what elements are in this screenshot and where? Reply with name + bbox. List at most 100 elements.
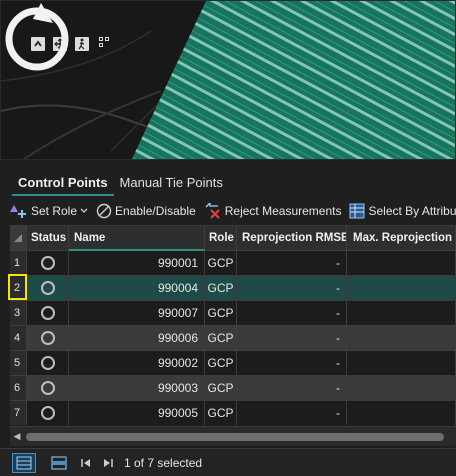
tab-control-points[interactable]: Control Points bbox=[12, 175, 114, 196]
horizontal-scrollbar[interactable]: ◀ bbox=[10, 426, 456, 446]
status-cell[interactable] bbox=[27, 376, 69, 401]
max-error-cell[interactable] bbox=[347, 276, 456, 301]
status-cell[interactable] bbox=[27, 301, 69, 326]
name-cell[interactable]: 990002 bbox=[69, 351, 205, 376]
status-circle-icon bbox=[40, 256, 55, 270]
name-cell[interactable]: 990004 bbox=[69, 276, 205, 301]
walk-mode-button[interactable] bbox=[75, 37, 89, 51]
name-cell[interactable]: 990001 bbox=[69, 251, 205, 276]
rmse-cell[interactable]: - bbox=[237, 301, 347, 326]
scroll-left-icon[interactable]: ◀ bbox=[10, 431, 24, 442]
status-circle-icon bbox=[40, 281, 55, 295]
show-selected-records-button[interactable] bbox=[50, 454, 68, 472]
reject-measurements-label: Reject Measurements bbox=[224, 204, 342, 218]
column-header-role[interactable]: Role bbox=[205, 226, 237, 251]
row-number[interactable]: 3 bbox=[10, 301, 27, 326]
max-error-cell[interactable] bbox=[347, 401, 456, 425]
rmse-cell[interactable]: - bbox=[237, 351, 347, 376]
name-cell[interactable]: 990005 bbox=[69, 401, 205, 425]
enable-disable-button[interactable]: Enable/Disable bbox=[96, 203, 196, 219]
role-cell[interactable]: GCP bbox=[205, 276, 237, 301]
name-cell[interactable]: 990007 bbox=[69, 301, 205, 326]
row-2-highlight-box bbox=[8, 274, 27, 300]
column-header-name[interactable]: Name bbox=[69, 226, 205, 251]
status-circle-icon bbox=[40, 306, 55, 320]
role-cell[interactable]: GCP bbox=[205, 301, 237, 326]
select-all-corner[interactable] bbox=[10, 226, 27, 251]
select-by-attribute-label: Select By Attribute bbox=[368, 204, 456, 218]
table-select-icon bbox=[349, 203, 365, 219]
column-header-status[interactable]: Status bbox=[27, 226, 69, 251]
status-cell[interactable] bbox=[27, 351, 69, 376]
set-role-label: Set Role bbox=[31, 204, 78, 218]
row-number[interactable]: 4 bbox=[10, 326, 27, 351]
attribute-table: Status Name Role Reprojection RMSE Max. … bbox=[10, 225, 456, 425]
corner-triangle-icon bbox=[14, 234, 22, 242]
table-row[interactable]: 2 990004 GCP - bbox=[10, 276, 456, 301]
selection-count-text: 1 of 7 selected bbox=[124, 455, 203, 470]
role-cell[interactable]: GCP bbox=[205, 251, 237, 276]
status-circle-icon bbox=[40, 331, 55, 345]
toolbar: Set Role Enable/Disable Reject Measureme… bbox=[10, 200, 456, 222]
set-role-icon bbox=[10, 205, 26, 218]
row-number[interactable]: 1 bbox=[10, 251, 27, 276]
status-cell[interactable] bbox=[27, 326, 69, 351]
rmse-cell[interactable]: - bbox=[237, 251, 347, 276]
table-row[interactable]: 7 990005 GCP - bbox=[10, 401, 456, 425]
role-cell[interactable]: GCP bbox=[205, 376, 237, 401]
expand-button[interactable] bbox=[97, 35, 111, 49]
status-circle-icon bbox=[40, 381, 55, 395]
table-row[interactable]: 1 990001 GCP - bbox=[10, 251, 456, 276]
table-row[interactable]: 4 990006 GCP - bbox=[10, 326, 456, 351]
row-number[interactable]: 6 bbox=[10, 376, 27, 401]
name-cell[interactable]: 990003 bbox=[69, 376, 205, 401]
map-view[interactable] bbox=[0, 0, 456, 160]
tab-manual-tie-points[interactable]: Manual Tie Points bbox=[114, 175, 229, 196]
max-error-cell[interactable] bbox=[347, 351, 456, 376]
rmse-cell[interactable]: - bbox=[237, 326, 347, 351]
first-record-button[interactable] bbox=[78, 454, 94, 472]
navigator-compass-icon[interactable] bbox=[1, 1, 73, 73]
set-role-button[interactable]: Set Role bbox=[10, 203, 88, 219]
row-number[interactable]: 5 bbox=[10, 351, 27, 376]
skip-first-icon bbox=[81, 458, 90, 467]
scrollbar-thumb[interactable] bbox=[26, 432, 444, 441]
name-cell[interactable]: 990006 bbox=[69, 326, 205, 351]
table-header-row: Status Name Role Reprojection RMSE Max. … bbox=[10, 226, 456, 251]
table-row[interactable]: 3 990007 GCP - bbox=[10, 301, 456, 326]
table-all-icon bbox=[16, 456, 32, 469]
max-error-cell[interactable] bbox=[347, 301, 456, 326]
chevron-down-icon bbox=[80, 208, 88, 213]
status-circle-icon bbox=[40, 356, 55, 370]
enable-disable-icon bbox=[96, 203, 112, 219]
max-error-cell[interactable] bbox=[347, 326, 456, 351]
rmse-cell[interactable]: - bbox=[237, 401, 347, 425]
person-walk-icon bbox=[78, 38, 85, 50]
enable-disable-label: Enable/Disable bbox=[115, 204, 196, 218]
status-bar: 1 of 7 selected bbox=[0, 448, 456, 476]
column-header-max-reprojection-error[interactable]: Max. Reprojection Er bbox=[347, 226, 456, 251]
expand-icon bbox=[99, 37, 109, 47]
rmse-cell[interactable]: - bbox=[237, 376, 347, 401]
column-header-reprojection-rmse[interactable]: Reprojection RMSE bbox=[237, 226, 347, 251]
table-row[interactable]: 6 990003 GCP - bbox=[10, 376, 456, 401]
last-record-button[interactable] bbox=[100, 454, 116, 472]
status-cell[interactable] bbox=[27, 276, 69, 301]
show-all-records-button[interactable] bbox=[12, 452, 36, 473]
max-error-cell[interactable] bbox=[347, 251, 456, 276]
role-cell[interactable]: GCP bbox=[205, 401, 237, 425]
skip-last-icon bbox=[104, 458, 113, 467]
reject-measurements-icon bbox=[205, 203, 220, 219]
max-error-cell[interactable] bbox=[347, 376, 456, 401]
role-cell[interactable]: GCP bbox=[205, 351, 237, 376]
status-cell[interactable] bbox=[27, 401, 69, 425]
rmse-cell[interactable]: - bbox=[237, 276, 347, 301]
table-row[interactable]: 5 990002 GCP - bbox=[10, 351, 456, 376]
reject-measurements-button[interactable]: Reject Measurements bbox=[204, 203, 342, 219]
select-by-attribute-button[interactable]: Select By Attribute bbox=[349, 203, 456, 219]
status-circle-icon bbox=[40, 406, 55, 420]
pane-tabs: Control Points Manual Tie Points bbox=[12, 166, 229, 196]
status-cell[interactable] bbox=[27, 251, 69, 276]
role-cell[interactable]: GCP bbox=[205, 326, 237, 351]
row-number[interactable]: 7 bbox=[10, 401, 27, 425]
